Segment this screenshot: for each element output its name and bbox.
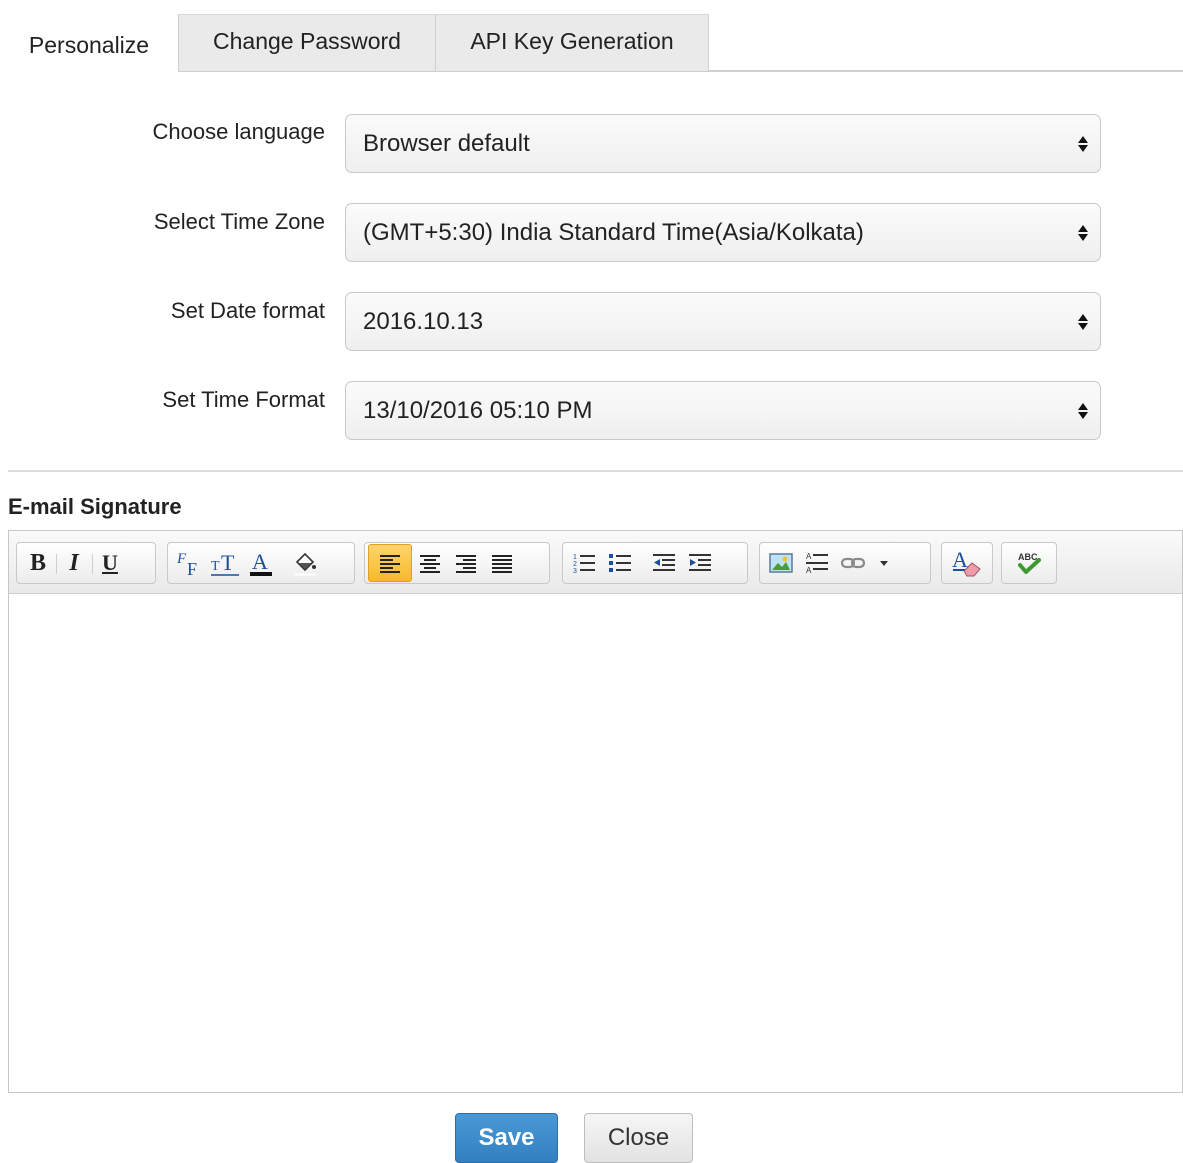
timezone-value: (GMT+5:30) India Standard Time(Asia/Kolk… <box>363 218 864 246</box>
dropdown-icon <box>880 561 888 566</box>
horizontal-rule-button[interactable]: AA <box>799 544 835 582</box>
align-left-icon <box>380 555 400 573</box>
language-label: Choose language <box>152 119 325 144</box>
date-format-label: Set Date format <box>170 298 325 323</box>
svg-text:A: A <box>806 552 812 561</box>
align-center-icon <box>420 555 440 573</box>
svg-text:T: T <box>211 559 220 574</box>
indent-button[interactable] <box>682 544 718 582</box>
align-justify-icon <box>492 555 512 573</box>
insert-image-button[interactable] <box>763 544 799 582</box>
svg-text:A: A <box>952 547 968 572</box>
ordered-list-icon: 123 <box>573 554 595 575</box>
date-format-select[interactable]: 2016.10.13 <box>345 292 1101 351</box>
horizontal-rule-icon: AA <box>806 552 828 575</box>
time-format-value: 13/10/2016 05:10 PM <box>363 396 593 424</box>
outdent-button[interactable] <box>646 544 682 582</box>
svg-text:3: 3 <box>573 568 577 575</box>
spellcheck-icon: ABC <box>1018 552 1041 574</box>
svg-text:A: A <box>806 566 812 575</box>
editor-toolbar: B I U FF TT A 1 2 3 A A A ABC <box>9 531 1182 594</box>
close-button[interactable]: Close <box>584 1113 693 1163</box>
time-format-label: Set Time Format <box>162 387 325 412</box>
timezone-label: Select Time Zone <box>153 209 325 234</box>
outdent-icon <box>653 554 675 571</box>
select-arrows-icon <box>1066 382 1100 439</box>
section-divider <box>8 470 1183 472</box>
spellcheck-button[interactable]: ABC <box>1005 544 1053 582</box>
font-size-button[interactable]: TT <box>207 544 243 582</box>
bold-button[interactable]: B <box>20 544 57 582</box>
svg-text:T: T <box>221 550 235 575</box>
svg-text:2: 2 <box>573 561 577 568</box>
signature-title: E-mail Signature <box>8 494 182 519</box>
unordered-list-icon <box>609 554 631 572</box>
ordered-list-button[interactable]: 123 <box>566 544 602 582</box>
tab-label: Change Password <box>213 27 401 54</box>
unordered-list-button[interactable] <box>602 544 638 582</box>
timezone-select[interactable]: (GMT+5:30) India Standard Time(Asia/Kolk… <box>345 203 1101 262</box>
insert-group: AA <box>759 542 931 584</box>
tab-label: API Key Generation <box>470 27 674 54</box>
language-row: Choose language Browser default <box>0 114 1183 174</box>
align-left-button[interactable] <box>368 544 412 582</box>
font-color-icon: A <box>250 549 272 576</box>
tab-personalize[interactable]: Personalize <box>0 14 178 72</box>
list-group: 123 <box>562 542 748 584</box>
tab-api-key-generation[interactable]: API Key Generation <box>435 14 709 71</box>
italic-button[interactable]: I <box>56 544 93 582</box>
indent-icon <box>689 554 711 571</box>
bold-icon: B <box>29 549 46 576</box>
align-right-icon <box>456 555 476 573</box>
more-options-dropdown[interactable] <box>871 544 897 582</box>
svg-text:A: A <box>252 549 268 574</box>
svg-text:F: F <box>176 551 187 567</box>
background-color-icon <box>293 552 317 577</box>
spellcheck-group: ABC <box>1001 542 1057 584</box>
timezone-row: Select Time Zone (GMT+5:30) India Standa… <box>0 203 1183 263</box>
tab-change-password[interactable]: Change Password <box>178 14 436 71</box>
align-justify-button[interactable] <box>484 544 520 582</box>
italic-icon: I <box>69 549 79 576</box>
svg-text:F: F <box>187 559 197 578</box>
underline-icon: U <box>102 550 118 575</box>
remove-format-button[interactable]: A <box>945 544 989 582</box>
align-right-button[interactable] <box>448 544 484 582</box>
date-format-row: Set Date format 2016.10.13 <box>0 292 1183 352</box>
remove-format-icon: A <box>952 547 981 577</box>
svg-text:1: 1 <box>573 554 577 561</box>
alignment-group <box>364 542 550 584</box>
text-style-group: B I U <box>16 542 156 584</box>
font-group: FF TT A <box>167 542 355 584</box>
format-group: A <box>941 542 993 584</box>
select-arrows-icon <box>1066 293 1100 350</box>
time-format-select[interactable]: 13/10/2016 05:10 PM <box>345 381 1101 440</box>
link-button[interactable] <box>835 544 871 582</box>
tab-label: Personalize <box>28 31 150 58</box>
font-size-icon: TT <box>211 550 239 576</box>
background-color-button[interactable] <box>287 544 323 582</box>
language-value: Browser default <box>363 129 530 157</box>
align-center-button[interactable] <box>412 544 448 582</box>
date-format-value: 2016.10.13 <box>363 307 484 335</box>
svg-text:ABC: ABC <box>1018 552 1038 562</box>
time-format-row: Set Time Format 13/10/2016 05:10 PM <box>0 381 1183 441</box>
select-arrows-icon <box>1066 115 1100 172</box>
save-button[interactable]: Save <box>455 1113 558 1163</box>
language-select[interactable]: Browser default <box>345 114 1101 173</box>
link-icon <box>840 557 866 569</box>
insert-image-icon <box>769 553 793 573</box>
signature-content-area[interactable] <box>9 594 1182 1092</box>
underline-button[interactable]: U <box>92 544 128 582</box>
select-arrows-icon <box>1066 204 1100 261</box>
font-family-icon: FF <box>176 551 197 578</box>
signature-editor: B I U FF TT A 1 2 3 A A A ABC <box>8 530 1183 1093</box>
font-color-button[interactable]: A <box>243 544 279 582</box>
tab-bar: Personalize Change Password API Key Gene… <box>0 0 1183 72</box>
font-family-button[interactable]: FF <box>171 544 207 582</box>
